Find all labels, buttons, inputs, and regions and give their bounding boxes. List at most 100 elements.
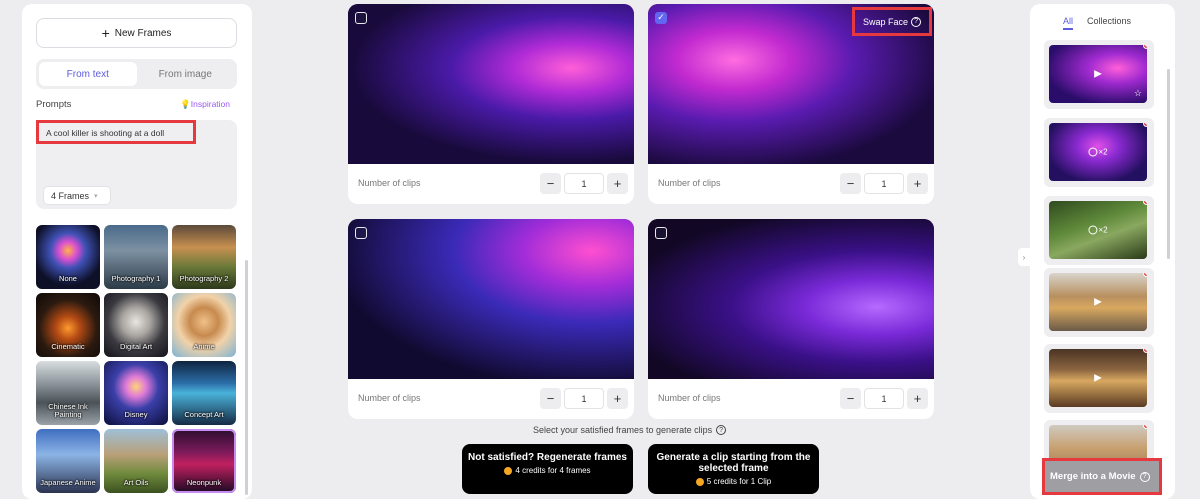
new-frames-label: New Frames (114, 27, 172, 39)
frame-checkbox[interactable]: ✓ (655, 12, 667, 24)
increment-button[interactable]: + (907, 388, 928, 409)
style-gallery: None Photography 1 Photography 2 Cinemat… (36, 225, 237, 499)
generate-credits-text: 5 credits for 1 Clip (706, 477, 772, 486)
frame-card-4: Number of clips − 1 + (648, 219, 934, 419)
clips-count[interactable]: 1 (864, 388, 904, 409)
clips-label: Number of clips (658, 393, 721, 403)
merge-into-movie-button[interactable]: Merge into a Movie ? (1042, 458, 1162, 495)
left-panel: + New Frames From text From image Prompt… (22, 4, 252, 499)
tab-from-text[interactable]: From text (39, 62, 137, 86)
style-label: Cinematic (51, 342, 85, 351)
play-icon: ▶ (1094, 296, 1102, 308)
history-item[interactable]: ▶ ☆ (1044, 40, 1154, 109)
select-hint: Select your satisfied frames to generate… (533, 425, 727, 435)
increment-button[interactable]: + (907, 173, 928, 194)
help-icon[interactable]: ? (716, 425, 727, 435)
generate-title: Generate a clip starting from the select… (656, 452, 811, 474)
clips-label: Number of clips (358, 178, 421, 188)
regenerate-credits-text: 4 credits for 4 frames (515, 466, 591, 475)
style-tile-neonpunk[interactable]: Neonpunk (172, 429, 236, 493)
increment-button[interactable]: + (607, 173, 628, 194)
clips-stepper: − 1 + (840, 173, 928, 194)
history-thumbnail: ▶ (1049, 349, 1147, 407)
style-tile-chinese-ink-painting[interactable]: Chinese Ink Painting (36, 361, 100, 425)
frame-card-2: ✓ Swap Face ? Number of clips − 1 + (648, 4, 934, 204)
history-item[interactable]: ×2 (1044, 196, 1154, 265)
history-item[interactable]: ×2 (1044, 118, 1154, 187)
style-tile-photography-2[interactable]: Photography 2 (172, 225, 236, 289)
merge-label: Merge into a Movie (1050, 471, 1136, 482)
style-tile-cinematic[interactable]: Cinematic (36, 293, 100, 357)
check-icon: ✓ (657, 12, 665, 22)
history-item[interactable]: ▶ (1044, 344, 1154, 413)
new-frames-button[interactable]: + New Frames (36, 18, 237, 48)
left-scrollbar[interactable] (245, 260, 248, 495)
style-tile-concept-art[interactable]: Concept Art (172, 361, 236, 425)
frame-image[interactable] (648, 219, 934, 379)
clips-count[interactable]: 1 (564, 388, 604, 409)
multi-count: ×2 (1098, 147, 1108, 157)
mode-tabs: From text From image (36, 59, 237, 89)
frame-checkbox[interactable] (655, 227, 667, 239)
history-item[interactable]: ▶ (1044, 268, 1154, 337)
new-indicator (1143, 123, 1147, 127)
collapse-panel-button[interactable]: › (1018, 248, 1030, 266)
star-icon[interactable]: ☆ (1134, 88, 1142, 99)
new-indicator (1143, 349, 1147, 353)
style-tile-japanese-anime[interactable]: Japanese Anime (36, 429, 100, 493)
prompt-text: A cool killer is shooting at a doll (36, 120, 196, 144)
frame-image[interactable] (348, 219, 634, 379)
style-tile-none[interactable]: None (36, 225, 100, 289)
generate-clip-button[interactable]: Generate a clip starting from the select… (648, 444, 819, 494)
prompts-label: Prompts (36, 99, 72, 110)
frames-count-select[interactable]: 4 Frames ▾ (43, 186, 111, 205)
new-indicator (1143, 425, 1147, 429)
history-thumbnail: ×2 (1049, 201, 1147, 259)
clips-count[interactable]: 1 (564, 173, 604, 194)
tab-all[interactable]: All (1063, 16, 1074, 30)
decrement-button[interactable]: − (540, 173, 561, 194)
frame-checkbox[interactable] (355, 227, 367, 239)
style-label: Digital Art (119, 342, 153, 351)
new-indicator (1143, 273, 1147, 277)
history-thumbnail: ×2 (1049, 123, 1147, 181)
decrement-button[interactable]: − (540, 388, 561, 409)
tab-from-image[interactable]: From image (137, 62, 235, 86)
lightbulb-icon: 💡 (180, 99, 191, 109)
style-label: None (59, 274, 77, 283)
multi-clip-icon: ×2 (1088, 147, 1108, 157)
frame-checkbox[interactable] (355, 12, 367, 24)
swap-face-button[interactable]: Swap Face ? (852, 7, 932, 36)
swap-face-label: Swap Face (862, 16, 909, 27)
inspiration-link[interactable]: 💡Inspiration (180, 99, 230, 110)
style-label: Disney (124, 410, 148, 419)
style-tile-anime[interactable]: Anime (172, 293, 236, 357)
style-label: Chinese Ink Painting (48, 402, 88, 419)
frame-image[interactable] (348, 4, 634, 164)
style-tile-photography-1[interactable]: Photography 1 (104, 225, 168, 289)
style-tile-art-oils[interactable]: Art Oils (104, 429, 168, 493)
history-thumbnail: ▶ (1049, 273, 1147, 331)
new-indicator (1143, 45, 1147, 49)
help-icon: ? (911, 16, 922, 27)
increment-button[interactable]: + (607, 388, 628, 409)
decrement-button[interactable]: − (840, 173, 861, 194)
tab-collections[interactable]: Collections (1087, 16, 1131, 30)
clips-count[interactable]: 1 (864, 173, 904, 194)
style-label: Neonpunk (186, 478, 222, 487)
plus-icon: + (101, 24, 110, 41)
style-tile-disney[interactable]: Disney (104, 361, 168, 425)
select-hint-text: Select your satisfied frames to generate… (533, 425, 713, 435)
regenerate-button[interactable]: Not satisfied? Regenerate frames 4 credi… (462, 444, 633, 494)
right-scrollbar[interactable] (1167, 69, 1170, 259)
clips-stepper: − 1 + (540, 173, 628, 194)
style-label: Art Oils (123, 478, 149, 487)
style-tile-digital-art[interactable]: Digital Art (104, 293, 168, 357)
style-label: Anime (193, 342, 215, 351)
chevron-down-icon: ▾ (94, 192, 98, 200)
frames-count-value: 4 Frames (51, 190, 90, 201)
clips-stepper: − 1 + (540, 388, 628, 409)
style-label: Photography 2 (179, 274, 229, 283)
decrement-button[interactable]: − (840, 388, 861, 409)
play-icon: ▶ (1094, 372, 1102, 384)
